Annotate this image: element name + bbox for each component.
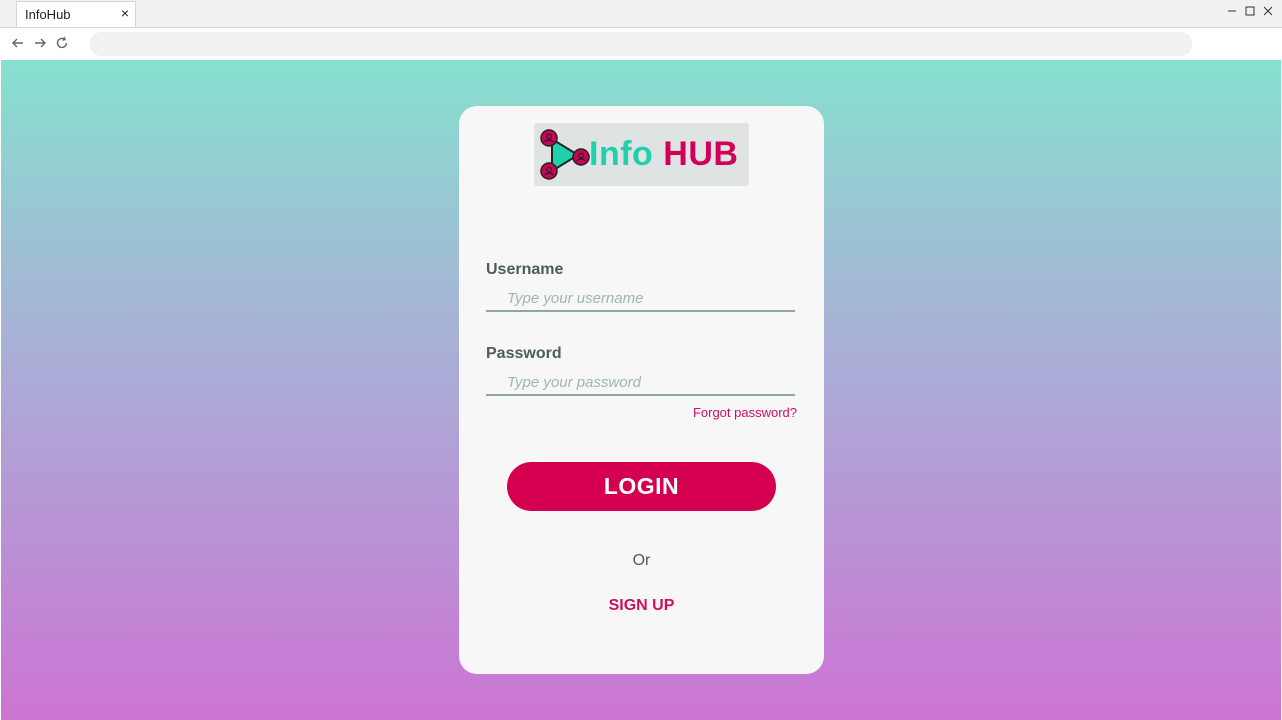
login-card: Info HUB Username Password Forgot passwo… xyxy=(459,106,824,674)
network-people-icon xyxy=(540,129,590,180)
logo-word-info: Info xyxy=(589,135,654,173)
login-button[interactable]: LOGIN xyxy=(507,462,776,511)
page-background: Info HUB Username Password Forgot passwo… xyxy=(1,60,1281,720)
forgot-password-link[interactable]: Forgot password? xyxy=(693,405,797,420)
close-window-icon[interactable] xyxy=(1262,4,1274,18)
address-bar[interactable] xyxy=(90,32,1192,56)
or-separator: Or xyxy=(632,552,651,569)
window-controls xyxy=(1226,4,1274,18)
back-arrow-icon[interactable] xyxy=(10,35,26,51)
password-label: Password xyxy=(486,345,562,362)
minimize-icon[interactable] xyxy=(1226,4,1238,18)
logo-wordmark: Info HUB xyxy=(589,135,738,174)
maximize-icon[interactable] xyxy=(1244,4,1256,18)
navigation-bar xyxy=(0,28,1282,60)
infohub-logo: Info HUB xyxy=(534,123,749,186)
username-input[interactable] xyxy=(486,286,795,312)
reload-icon[interactable] xyxy=(54,35,70,51)
tab-bar: InfoHub × xyxy=(0,0,1282,28)
tab-title: InfoHub xyxy=(25,7,71,22)
sign-up-link[interactable]: SIGN UP xyxy=(459,597,824,615)
logo-word-hub: HUB xyxy=(663,135,739,173)
browser-tab[interactable]: InfoHub × xyxy=(16,1,136,27)
username-label: Username xyxy=(486,261,564,278)
forward-arrow-icon[interactable] xyxy=(32,35,48,51)
password-input[interactable] xyxy=(486,370,795,396)
tab-close-icon[interactable]: × xyxy=(121,5,129,21)
